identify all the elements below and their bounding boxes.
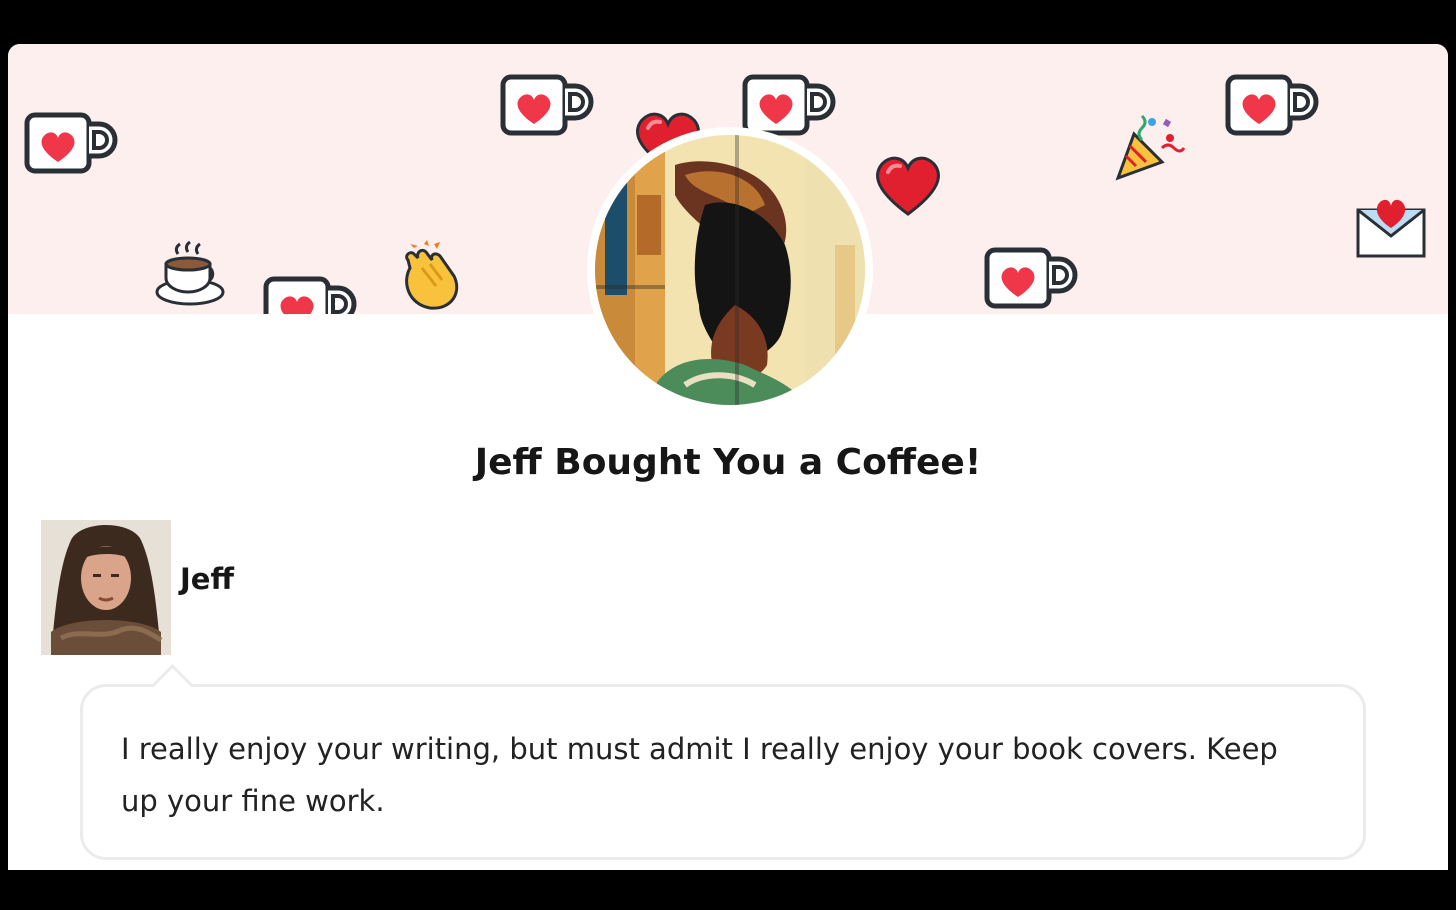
clapping-hands-icon [396,238,466,316]
ko-fi-mug-icon [500,74,594,138]
notification-title: Jeff Bought You a Coffee! [474,442,982,483]
ko-fi-mug-icon [24,112,118,176]
supporter-name: Jeff [180,562,234,596]
party-popper-icon [1112,108,1186,186]
message-bubble: I really enjoy your writing, but must ad… [80,684,1366,860]
ko-fi-mug-icon [984,247,1078,311]
supporter-message: I really enjoy your writing, but must ad… [121,732,1278,818]
supporter-avatar [41,520,171,655]
stained-glass-portrait-image [595,135,865,405]
creator-avatar [587,127,873,413]
coffee-cup-icon [154,240,228,314]
ko-fi-mug-icon [263,276,357,314]
ko-fi-mug-icon [1225,74,1319,138]
ko-fi-mug-icon [742,74,836,138]
notification-card: Jeff Bought You a Coffee! Jeff I really … [8,44,1448,870]
heart-icon [872,152,944,222]
love-letter-icon [1354,190,1428,264]
